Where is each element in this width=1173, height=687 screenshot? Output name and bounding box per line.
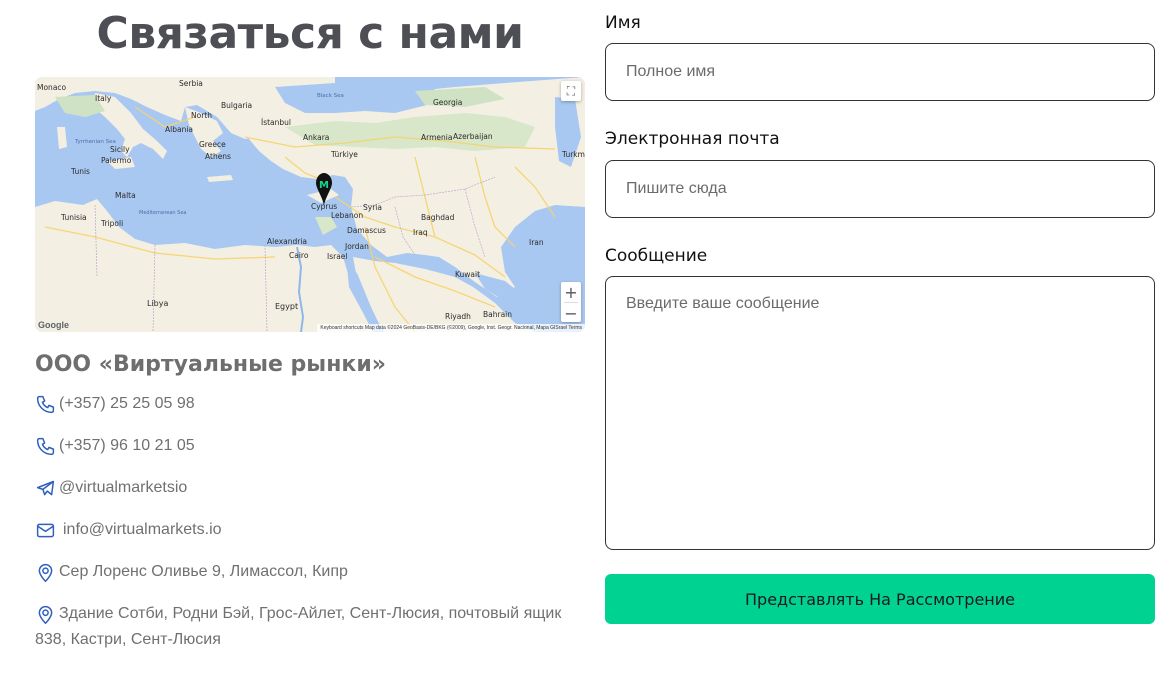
telegram-icon xyxy=(35,475,59,501)
map-label-sicily: Sicily xyxy=(110,145,130,154)
map-label-albania: Albania xyxy=(165,125,193,134)
map-label-turkmen: Turkme xyxy=(561,150,585,159)
map-label-alexandria: Alexandria xyxy=(267,237,307,246)
address-text: Здание Сотби, Родни Бэй, Грос-Айлет, Сен… xyxy=(35,605,562,648)
map-label-istanbul: İstanbul xyxy=(261,118,291,127)
contact-phone-2[interactable]: (+357) 96 10 21 05 xyxy=(35,433,575,459)
map-label-azerbaijan: Azerbaijan xyxy=(453,132,493,141)
phone-icon xyxy=(35,433,59,459)
map-label-turkiye: Türkiye xyxy=(330,150,358,159)
company-name: ООО «Виртуальные рынки» xyxy=(35,352,386,377)
contact-phone-1[interactable]: (+357) 25 25 05 98 xyxy=(35,391,575,417)
map-label-tripoli: Tripoli xyxy=(100,219,123,228)
map-label-black-sea: Black Sea xyxy=(317,93,344,99)
zoom-out-button[interactable]: − xyxy=(561,303,581,323)
location-pin-icon xyxy=(35,559,59,585)
message-label: Сообщение xyxy=(605,246,708,266)
map-canvas[interactable]: Monaco Serbia Bulgaria Italy North Alban… xyxy=(35,77,585,332)
map-attribution[interactable]: Keyboard shortcuts Map data ©2024 GeoBas… xyxy=(317,324,585,332)
map-label-malta: Malta xyxy=(115,191,136,200)
map-label-serbia: Serbia xyxy=(179,79,203,88)
map-label-baghdad: Baghdad xyxy=(421,213,455,222)
map-label-bahrain: Bahrain xyxy=(483,310,512,319)
contact-text: @virtualmarketsio xyxy=(59,479,188,496)
email-label: Электронная почта xyxy=(605,129,780,149)
map-label-kuwait: Kuwait xyxy=(455,270,480,279)
map-label-athens: Athens xyxy=(205,152,231,161)
map-label-north: North xyxy=(191,111,212,120)
name-label: Имя xyxy=(605,13,641,33)
email-input[interactable] xyxy=(605,160,1155,218)
map-label-israel: Israel xyxy=(327,252,348,261)
map-label-mediterranean-sea: Mediterranean Sea xyxy=(139,210,186,216)
map-label-iraq: Iraq xyxy=(413,228,428,237)
map-label-iran: Iran xyxy=(529,238,544,247)
map-label-jordan: Jordan xyxy=(344,242,369,251)
map-label-damascus: Damascus xyxy=(347,226,386,235)
contact-text: Здание Сотби, Родни Бэй, Грос-Айлет, Сен… xyxy=(35,601,575,653)
submit-button[interactable]: Представлять На Рассмотрение xyxy=(605,574,1155,624)
map-label-italy: Italy xyxy=(95,94,112,103)
mail-icon xyxy=(35,517,59,543)
zoom-control[interactable]: + − xyxy=(561,282,581,323)
map-label-georgia: Georgia xyxy=(433,98,462,107)
contact-text: (+357) 25 25 05 98 xyxy=(59,395,195,412)
map-label-monaco: Monaco xyxy=(37,83,67,92)
map-marker-letter: M xyxy=(319,180,329,191)
map-label-palermo: Palermo xyxy=(101,156,132,165)
map-label-bulgaria: Bulgaria xyxy=(221,101,252,110)
map-label-tunisia: Tunisia xyxy=(60,213,87,222)
contact-text: Сер Лоренс Оливье 9, Лимассол, Кипр xyxy=(59,563,348,580)
map-label-syria: Syria xyxy=(363,203,382,212)
fullscreen-icon[interactable]: ⛶ xyxy=(561,81,581,101)
map-label-armenia: Armenia xyxy=(421,133,452,142)
google-logo: Google xyxy=(38,320,69,330)
map-label-tunis: Tunis xyxy=(70,167,90,176)
map-label-greece: Greece xyxy=(199,140,226,149)
map-label-ankara: Ankara xyxy=(303,133,329,142)
map-label-egypt: Egypt xyxy=(275,302,298,311)
map-embed[interactable]: Monaco Serbia Bulgaria Italy North Alban… xyxy=(35,77,585,332)
zoom-in-button[interactable]: + xyxy=(561,282,581,302)
contact-email[interactable]: info@virtualmarkets.io xyxy=(35,517,575,543)
contact-telegram[interactable]: @virtualmarketsio xyxy=(35,475,575,501)
map-label-cairo: Cairo xyxy=(289,251,309,260)
page-title: Связаться с нами xyxy=(96,8,524,59)
phone-icon xyxy=(35,391,59,417)
map-label-riyadh: Riyadh xyxy=(445,312,471,321)
contact-address-1: Сер Лоренс Оливье 9, Лимассол, Кипр xyxy=(35,559,575,585)
contact-address-2: Здание Сотби, Родни Бэй, Грос-Айлет, Сен… xyxy=(35,601,575,653)
contact-text: info@virtualmarkets.io xyxy=(63,521,222,538)
message-textarea[interactable] xyxy=(605,276,1155,550)
name-input[interactable] xyxy=(605,43,1155,101)
contact-text: (+357) 96 10 21 05 xyxy=(59,437,195,454)
map-label-libya: Libya xyxy=(147,299,168,308)
location-pin-icon xyxy=(35,601,59,627)
map-label-lebanon: Lebanon xyxy=(331,211,363,220)
